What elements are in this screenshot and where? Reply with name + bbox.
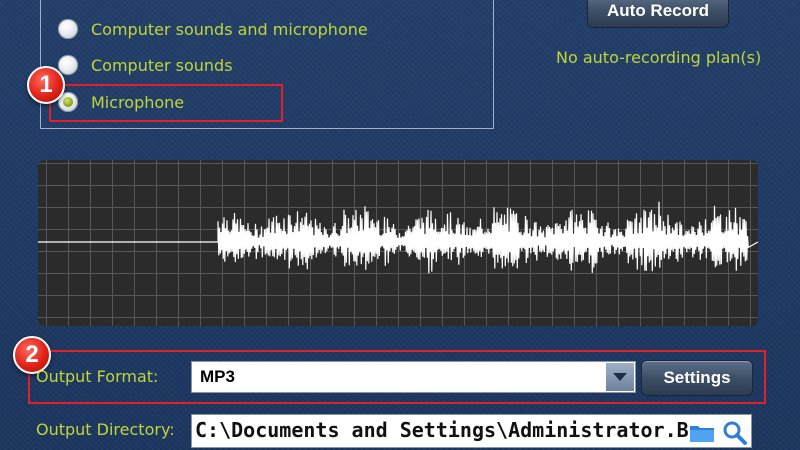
auto-record-button[interactable]: Auto Record [587,0,729,28]
output-format-select[interactable]: MP3 [191,361,636,393]
highlight-box-microphone [49,84,283,122]
output-directory-value: C:\Documents and Settings\Administrator.… [195,418,713,442]
output-format-value: MP3 [200,367,235,386]
radio-button[interactable] [58,19,78,39]
waveform-display [38,160,758,326]
settings-button[interactable]: Settings [641,360,753,396]
radio-label: Computer sounds [91,55,233,75]
step-badge-1: 1 [27,66,65,104]
waveform-svg [38,201,758,274]
radio-button[interactable] [58,55,78,75]
chevron-down-icon[interactable] [606,363,634,391]
folder-icon[interactable] [688,418,716,446]
output-directory-input[interactable]: C:\Documents and Settings\Administrator.… [191,414,752,448]
output-format-label: Output Format: [36,367,159,386]
radio-computer-sounds-and-microphone[interactable]: Computer sounds and microphone [58,17,368,41]
radio-label: Computer sounds and microphone [91,19,368,39]
output-directory-label: Output Directory: [36,420,175,439]
waveform-line [38,201,758,274]
magnifier-icon[interactable] [720,418,748,446]
auto-record-status: No auto-recording plan(s) [556,48,762,67]
radio-computer-sounds[interactable]: Computer sounds [58,53,233,77]
